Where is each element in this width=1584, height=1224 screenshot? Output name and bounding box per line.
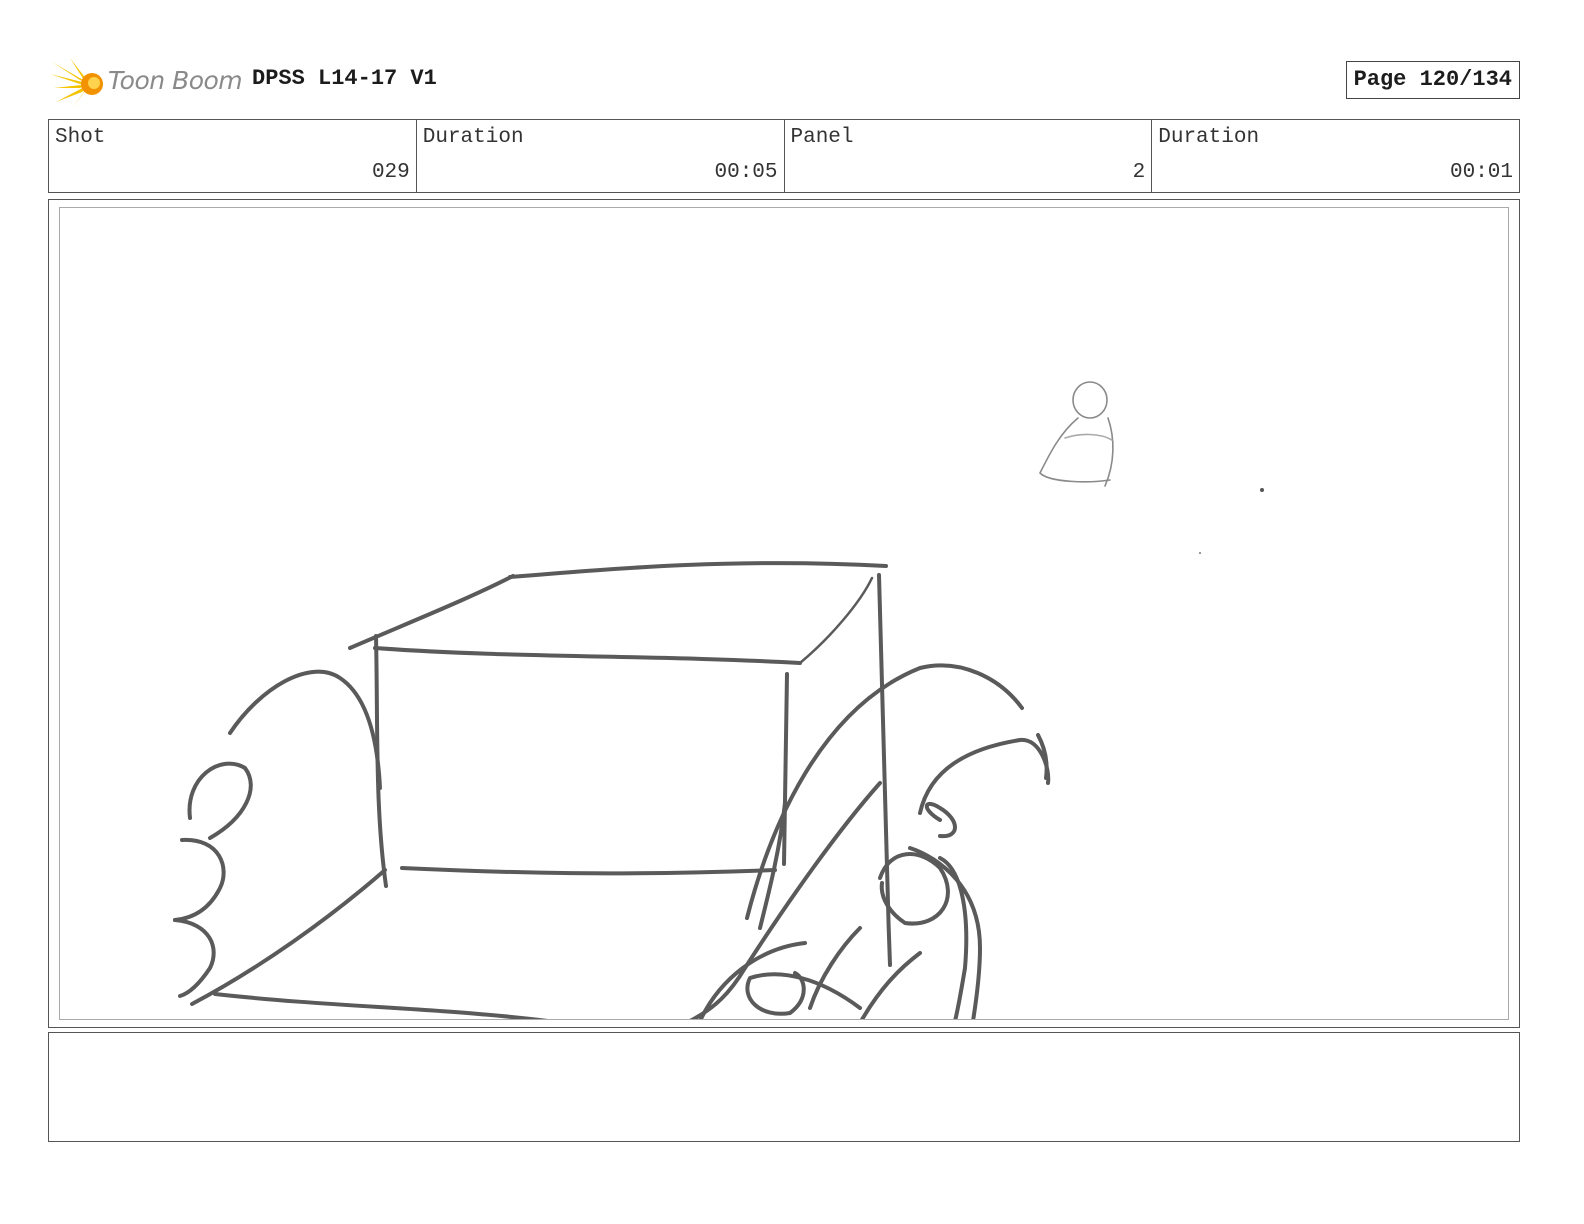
- right-wave-foam-loop: [745, 971, 862, 1016]
- right-wave-lower-loop: [808, 926, 862, 1010]
- shot-info-row: Shot 029 Duration 00:05 Panel 2 Duration…: [48, 119, 1520, 193]
- panel-duration-value: 00:01: [1449, 161, 1513, 184]
- shot-value: 029: [371, 161, 410, 184]
- panel-duration-label: Duration: [1158, 126, 1260, 149]
- left-wave-curl-upper: [187, 761, 253, 840]
- crate-top-back-edge: [508, 561, 888, 579]
- crate-top-right-edge: [798, 576, 874, 665]
- figure-head: [1072, 381, 1108, 419]
- figure-back: [1104, 417, 1114, 487]
- starburst-icon: [50, 58, 103, 108]
- logo-text: Toon Boom: [108, 66, 243, 95]
- panel-label: Panel: [790, 126, 854, 149]
- right-wave-hook: [918, 737, 1051, 815]
- left-wave-curl-middle: [173, 837, 226, 922]
- crate-bottom-back-edge: [213, 992, 548, 1019]
- toon-boom-logo: Toon Boom: [50, 56, 243, 108]
- left-wave-arch: [228, 669, 382, 790]
- speck-2: [1199, 552, 1201, 554]
- panel-image: [59, 207, 1509, 1020]
- shot-duration-cell: Duration 00:05: [417, 120, 785, 192]
- shot-duration-label: Duration: [422, 126, 524, 149]
- figure-body: [1039, 417, 1111, 483]
- panel-value: 2: [1132, 161, 1146, 184]
- document-title: DPSS L14-17 V1: [252, 66, 437, 91]
- shot-cell: Shot 029: [49, 120, 417, 192]
- storyboard-header: Toon Boom DPSS L14-17 V1 Page 120/134: [48, 52, 1520, 108]
- crate-bottom-front-edge: [400, 866, 777, 876]
- left-wave-curl-lower: [173, 918, 216, 998]
- figure-sleeve: [1064, 433, 1113, 441]
- crate-top-front-edge: [373, 646, 802, 665]
- page-indicator: Page 120/134: [1345, 61, 1520, 99]
- crate-front-right-vertical: [782, 672, 789, 866]
- panel-duration-cell: Duration 00:01: [1152, 120, 1519, 192]
- sketch-drawing: [173, 381, 1264, 1019]
- panel-frame: [48, 199, 1520, 1028]
- shot-duration-value: 00:05: [714, 161, 778, 184]
- right-wave-spiral-tail: [938, 856, 969, 1019]
- right-wave-loop: [924, 801, 957, 839]
- panel-cell: Panel 2: [785, 120, 1153, 192]
- notes-box: [48, 1032, 1520, 1142]
- shot-label: Shot: [55, 126, 106, 149]
- speck-1: [1260, 488, 1264, 492]
